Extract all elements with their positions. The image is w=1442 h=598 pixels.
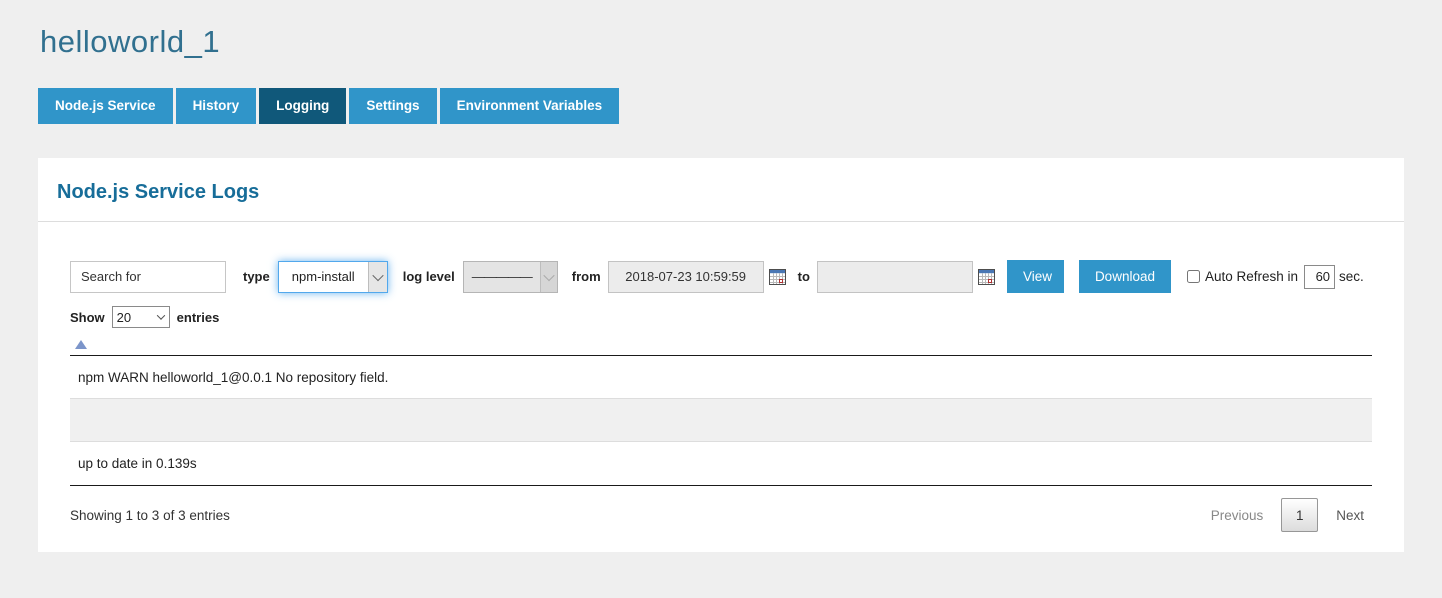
chevron-down-icon	[153, 307, 169, 327]
table-row	[70, 399, 1372, 442]
to-calendar-button[interactable]	[978, 269, 995, 285]
log-level-select-value: —————	[464, 262, 540, 292]
download-button[interactable]: Download	[1079, 260, 1171, 293]
tab-environment-variables[interactable]: Environment Variables	[440, 88, 620, 124]
to-date-input[interactable]	[817, 261, 973, 293]
view-button[interactable]: View	[1007, 260, 1064, 293]
log-table: npm WARN helloworld_1@0.0.1 No repositor…	[70, 355, 1372, 486]
entries-label: entries	[177, 310, 220, 325]
calendar-icon	[769, 269, 786, 285]
length-menu: Show 20 entries	[70, 306, 1372, 328]
tab-history[interactable]: History	[176, 88, 257, 124]
entries-select[interactable]: 20	[112, 306, 170, 328]
chevron-down-icon	[540, 262, 557, 292]
panel-heading: Node.js Service Logs	[57, 181, 1385, 204]
logs-panel: Node.js Service Logs type npm-install lo…	[38, 158, 1404, 552]
page-number-button[interactable]: 1	[1281, 498, 1318, 532]
tab-nodejs-service[interactable]: Node.js Service	[38, 88, 173, 124]
table-row: up to date in 0.139s	[70, 442, 1372, 485]
chevron-down-icon	[368, 262, 387, 292]
tab-bar: Node.js Service History Logging Settings…	[38, 88, 1404, 124]
panel-body: type npm-install log level ————— from	[38, 222, 1404, 532]
filter-toolbar: type npm-install log level ————— from	[70, 260, 1372, 293]
entries-select-value: 20	[113, 307, 153, 327]
table-row: npm WARN helloworld_1@0.0.1 No repositor…	[70, 356, 1372, 399]
auto-refresh-group: Auto Refresh in sec.	[1187, 265, 1364, 289]
log-level-select: —————	[463, 261, 558, 293]
page-title: helloworld_1	[38, 24, 1404, 60]
tab-logging[interactable]: Logging	[259, 88, 346, 124]
from-label: from	[572, 269, 601, 284]
log-message: npm WARN helloworld_1@0.0.1 No repositor…	[78, 370, 388, 385]
entries-info: Showing 1 to 3 of 3 entries	[70, 508, 230, 523]
sort-ascending-icon[interactable]	[75, 340, 87, 349]
to-label: to	[798, 269, 810, 284]
from-date-input[interactable]	[608, 261, 764, 293]
page: helloworld_1 Node.js Service History Log…	[0, 0, 1442, 552]
show-label: Show	[70, 310, 105, 325]
type-label: type	[243, 269, 270, 284]
log-level-label: log level	[403, 269, 455, 284]
type-select-value: npm-install	[279, 262, 368, 292]
type-select[interactable]: npm-install	[278, 261, 388, 293]
auto-refresh-label: Auto Refresh in	[1205, 269, 1298, 284]
log-message: up to date in 0.139s	[78, 456, 197, 471]
calendar-icon	[978, 269, 995, 285]
previous-page-button[interactable]: Previous	[1203, 502, 1272, 529]
auto-refresh-suffix: sec.	[1339, 269, 1364, 284]
next-page-button[interactable]: Next	[1328, 502, 1372, 529]
pagination: Previous 1 Next	[1203, 498, 1372, 532]
search-input[interactable]	[70, 261, 226, 293]
auto-refresh-checkbox[interactable]	[1187, 270, 1200, 283]
tab-settings[interactable]: Settings	[349, 88, 436, 124]
from-calendar-button[interactable]	[769, 269, 786, 285]
auto-refresh-seconds-input[interactable]	[1304, 265, 1335, 289]
table-footer: Showing 1 to 3 of 3 entries Previous 1 N…	[70, 498, 1372, 532]
panel-header: Node.js Service Logs	[38, 158, 1404, 222]
